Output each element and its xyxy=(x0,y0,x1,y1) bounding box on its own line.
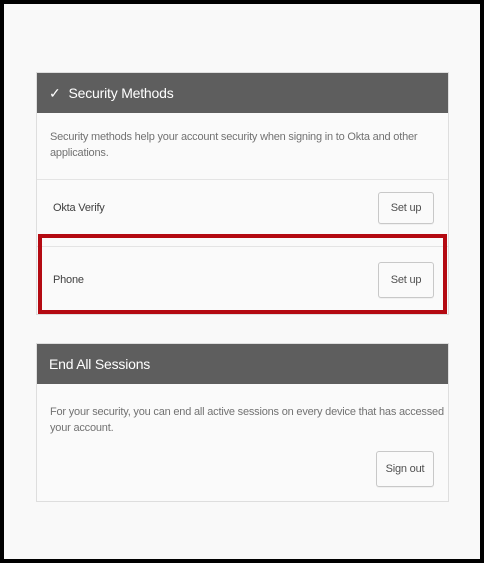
end-sessions-header: End All Sessions xyxy=(37,344,448,384)
method-label-phone: Phone xyxy=(53,274,84,286)
security-methods-header: ✓ Security Methods xyxy=(37,73,448,113)
end-sessions-description: For your security, you can end all activ… xyxy=(50,406,444,434)
security-methods-panel: ✓ Security Methods Security methods help… xyxy=(36,72,449,315)
screen-frame: ✓ Security Methods Security methods help… xyxy=(0,0,484,563)
method-row-phone: Phone Set up xyxy=(37,262,448,298)
divider xyxy=(37,246,448,247)
okta-verify-setup-button[interactable]: Set up xyxy=(378,192,434,224)
end-sessions-title: End All Sessions xyxy=(49,356,151,372)
sign-out-button[interactable]: Sign out xyxy=(376,451,434,487)
method-label-okta-verify: Okta Verify xyxy=(53,202,105,214)
security-methods-description: Security methods help your account secur… xyxy=(50,131,418,159)
method-row-okta-verify: Okta Verify Set up xyxy=(37,192,448,224)
phone-setup-button[interactable]: Set up xyxy=(378,262,434,298)
end-sessions-panel: End All Sessions For your security, you … xyxy=(36,343,449,502)
security-methods-title: Security Methods xyxy=(68,85,174,101)
divider xyxy=(37,179,448,180)
checkmark-icon: ✓ xyxy=(49,85,61,101)
